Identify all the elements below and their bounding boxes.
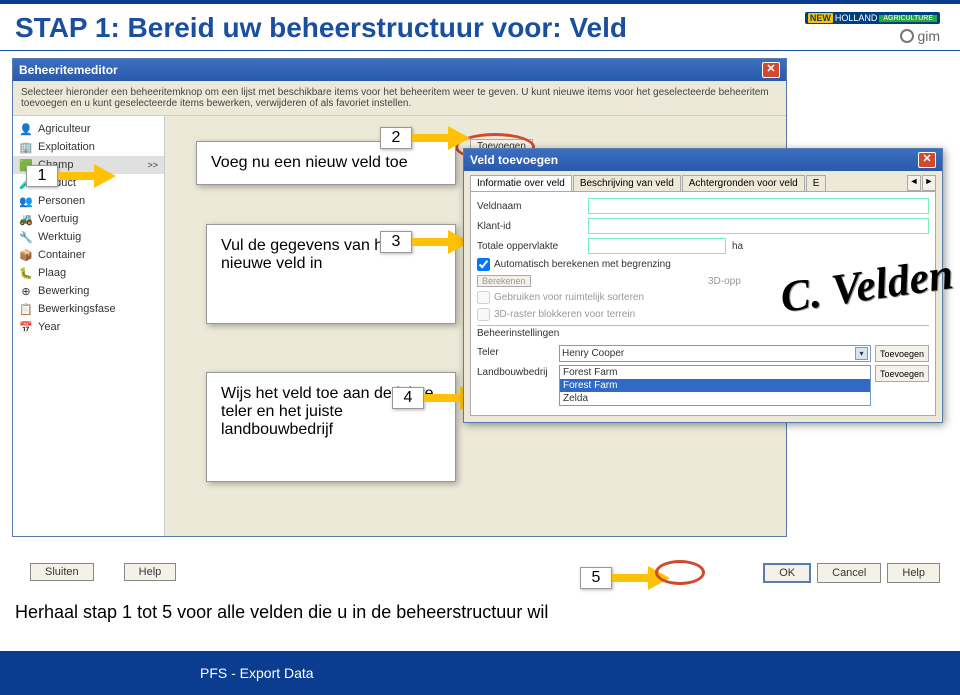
building-icon: 🏢 bbox=[19, 140, 33, 154]
plus-icon: ⊕ bbox=[19, 284, 33, 298]
area-input[interactable] bbox=[588, 238, 726, 254]
tab-nav: ◄ ► bbox=[907, 175, 936, 191]
sluiten-button[interactable]: Sluiten bbox=[30, 563, 94, 581]
d3-label: 3D-opp bbox=[708, 276, 741, 287]
vehicle-icon: 🚜 bbox=[19, 212, 33, 226]
chevron-icon: >> bbox=[147, 160, 158, 170]
list-item[interactable]: Zelda bbox=[560, 392, 870, 405]
clientid-input[interactable] bbox=[588, 218, 929, 234]
logos: NEW HOLLAND AGRICULTURE gim bbox=[805, 12, 940, 44]
sort-checkbox bbox=[477, 291, 490, 304]
people-icon: 👥 bbox=[19, 194, 33, 208]
tool-icon: 🔧 bbox=[19, 230, 33, 244]
person-icon: 👤 bbox=[19, 122, 33, 136]
grower-label: Teler bbox=[477, 345, 555, 358]
add-window-titlebar: Veld toevoegen ✕ bbox=[464, 149, 942, 171]
step-arrow-3: 3 bbox=[380, 230, 470, 254]
close-icon[interactable]: ✕ bbox=[918, 152, 936, 168]
block-checkbox bbox=[477, 308, 490, 321]
sidebar-item[interactable]: 📋Bewerkingsfase bbox=[13, 300, 164, 318]
footer: PFS - Export Data bbox=[0, 651, 960, 695]
tab-next-icon[interactable]: ► bbox=[922, 175, 936, 191]
editor-titlebar: Beheeritemeditor ✕ bbox=[13, 59, 786, 81]
block-label: 3D-raster blokkeren voor terrein bbox=[494, 309, 635, 320]
globe-icon bbox=[900, 29, 914, 43]
close-icon[interactable]: ✕ bbox=[762, 62, 780, 78]
form-area: Veldnaam Klant-id Totale oppervlakteha A… bbox=[470, 192, 936, 416]
group-label: Beheerinstellingen bbox=[477, 325, 929, 339]
editor-title: Beheeritemeditor bbox=[19, 63, 118, 77]
grower-add-button[interactable]: Toevoegen bbox=[875, 345, 929, 362]
calendar-icon: 📅 bbox=[19, 320, 33, 334]
tab-desc[interactable]: Beschrijving van veld bbox=[573, 175, 681, 191]
container-icon: 📦 bbox=[19, 248, 33, 262]
sort-label: Gebruiken voor ruimtelijk sorteren bbox=[494, 292, 644, 303]
logo-newholland: NEW HOLLAND AGRICULTURE bbox=[805, 12, 940, 24]
step-arrow-2: 2 bbox=[380, 126, 470, 150]
clientid-label: Klant-id bbox=[477, 221, 582, 232]
sidebar-item[interactable]: 🚜Voertuig bbox=[13, 210, 164, 228]
pest-icon: 🐛 bbox=[19, 266, 33, 280]
sidebar-item[interactable]: 🔧Werktuig bbox=[13, 228, 164, 246]
tab-info[interactable]: Informatie over veld bbox=[470, 175, 572, 191]
cancel-button[interactable]: Cancel bbox=[817, 563, 881, 583]
page-title: STAP 1: Bereid uw beheerstructuur voor: … bbox=[15, 12, 805, 44]
fieldname-input[interactable] bbox=[588, 198, 929, 214]
phase-icon: 📋 bbox=[19, 302, 33, 316]
area-label: Totale oppervlakte bbox=[477, 241, 582, 252]
tab-bg[interactable]: Achtergronden voor veld bbox=[682, 175, 805, 191]
tab-e[interactable]: E bbox=[806, 175, 827, 191]
step-arrow-1: 1 bbox=[26, 164, 116, 188]
add-field-window: Veld toevoegen ✕ Informatie over veld Be… bbox=[463, 148, 943, 423]
logo-gim: gim bbox=[900, 28, 940, 44]
sidebar-item[interactable]: 👤Agriculteur bbox=[13, 120, 164, 138]
add-window-title: Veld toevoegen bbox=[470, 153, 558, 167]
editor-desc: Selecteer hieronder een beheeritemknop o… bbox=[13, 81, 786, 116]
sidebar-item[interactable]: 🐛Plaag bbox=[13, 264, 164, 282]
help-button[interactable]: Help bbox=[887, 563, 940, 583]
title-row: STAP 1: Bereid uw beheerstructuur voor: … bbox=[0, 4, 960, 48]
sidebar-item[interactable]: 📦Container bbox=[13, 246, 164, 264]
sidebar-item[interactable]: 👥Personen bbox=[13, 192, 164, 210]
fieldname-label: Veldnaam bbox=[477, 201, 582, 212]
help-button[interactable]: Help bbox=[124, 563, 177, 581]
farm-listbox[interactable]: Forest Farm Forest Farm Zelda bbox=[559, 365, 871, 406]
calc-button: Berekenen bbox=[477, 275, 531, 287]
sidebar-item[interactable]: ⊕Bewerking bbox=[13, 282, 164, 300]
auto-label: Automatisch berekenen met begrenzing bbox=[494, 259, 671, 270]
tabs: Informatie over veld Beschrijving van ve… bbox=[470, 175, 936, 192]
list-item[interactable]: Forest Farm bbox=[560, 379, 870, 392]
sidebar-item[interactable]: 📅Year bbox=[13, 318, 164, 336]
chevron-down-icon: ▾ bbox=[855, 347, 868, 360]
repeat-instruction: Herhaal stap 1 tot 5 voor alle velden di… bbox=[15, 602, 548, 623]
tab-prev-icon[interactable]: ◄ bbox=[907, 175, 921, 191]
divider bbox=[0, 50, 960, 51]
ok-button[interactable]: OK bbox=[763, 563, 811, 583]
farm-label: Landbouwbedrij bbox=[477, 365, 555, 378]
add-window-buttons: OK Cancel Help bbox=[763, 563, 940, 583]
list-item[interactable]: Forest Farm bbox=[560, 366, 870, 379]
farm-add-button[interactable]: Toevoegen bbox=[875, 365, 929, 382]
highlight-circle bbox=[655, 560, 705, 585]
auto-checkbox[interactable] bbox=[477, 258, 490, 271]
sidebar-item[interactable]: 🏢Exploitation bbox=[13, 138, 164, 156]
grower-select[interactable]: Henry Cooper▾ bbox=[559, 345, 871, 362]
